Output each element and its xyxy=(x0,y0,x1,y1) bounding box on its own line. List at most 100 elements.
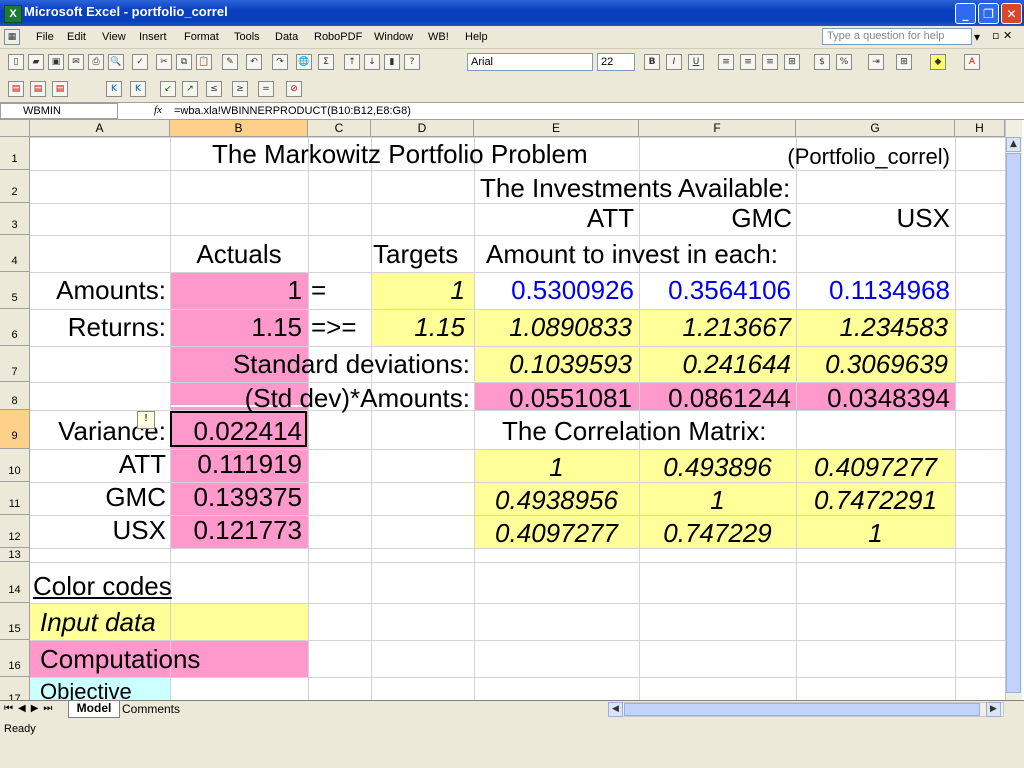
row-header-11[interactable]: 11 xyxy=(0,482,30,515)
currency-icon[interactable]: $ xyxy=(814,54,830,70)
underline-icon[interactable]: U xyxy=(688,54,704,70)
sort-descending-icon[interactable]: ↓ xyxy=(364,54,380,70)
stddev-label[interactable]: Standard deviations: xyxy=(100,351,470,377)
row-header-16[interactable]: 16 xyxy=(0,640,30,677)
wb-eq-icon[interactable]: = xyxy=(258,81,274,97)
formula-input[interactable]: =wba.xla!WBINNERPRODUCT(B10:B12,E8:G8) xyxy=(174,105,411,117)
menu-format[interactable]: Format xyxy=(184,31,219,43)
corr-usx-att[interactable]: 0.4097277 xyxy=(474,520,639,546)
row-header-9[interactable]: 9 xyxy=(0,410,30,449)
stdamt-label[interactable]: (Std dev)*Amounts: xyxy=(100,385,470,411)
scroll-left-button[interactable]: ◀ xyxy=(608,702,623,717)
col-header-f[interactable]: F xyxy=(639,120,796,137)
font-color-icon[interactable]: A xyxy=(964,54,980,70)
amount-gmc[interactable]: 0.3564106 xyxy=(641,277,791,303)
row-label-att[interactable]: ATT xyxy=(32,451,166,477)
objective-label[interactable]: Objective xyxy=(40,681,132,701)
amount-label[interactable]: Amount to invest in each: xyxy=(486,241,778,267)
stdamt-gmc[interactable]: 0.0861244 xyxy=(641,385,791,411)
usx-stdcontrib[interactable]: 0.121773 xyxy=(172,517,302,543)
gmc-stdcontrib[interactable]: 0.139375 xyxy=(172,484,302,510)
tab-comments[interactable]: Comments xyxy=(122,702,180,716)
menu-view[interactable]: View xyxy=(102,31,126,43)
row-header-2[interactable]: 2 xyxy=(0,170,30,203)
wb-change-cells-icon[interactable]: K xyxy=(106,81,122,97)
returns-op[interactable]: =>= xyxy=(311,314,357,340)
name-box[interactable]: WBMIN xyxy=(0,103,118,119)
pdf-icon[interactable]: ▤ xyxy=(8,81,24,97)
corr-gmc-gmc[interactable]: 1 xyxy=(639,487,796,513)
corr-att-gmc[interactable]: 0.493896 xyxy=(639,454,796,480)
col-header-e[interactable]: E xyxy=(474,120,639,137)
sort-ascending-icon[interactable]: ↑ xyxy=(344,54,360,70)
menu-window[interactable]: Window xyxy=(374,31,413,43)
function-icon[interactable]: fx xyxy=(154,104,162,116)
returns-actual[interactable]: 1.15 xyxy=(172,314,302,340)
wb-solve-icon[interactable]: ⊘ xyxy=(286,81,302,97)
return-att[interactable]: 1.0890833 xyxy=(476,314,632,340)
row-label-gmc[interactable]: GMC xyxy=(32,484,166,510)
corr-att-usx[interactable]: 0.4097277 xyxy=(796,454,955,480)
help-icon[interactable]: ? xyxy=(404,54,420,70)
input-data-label[interactable]: Input data xyxy=(40,609,156,635)
wb-min-icon[interactable]: ↙ xyxy=(160,81,176,97)
col-header-a[interactable]: A xyxy=(30,120,170,137)
menu-robopdf[interactable]: RoboPDF xyxy=(314,31,362,43)
wb-max-icon[interactable]: ↗ xyxy=(182,81,198,97)
stdamt-att[interactable]: 0.0551081 xyxy=(476,385,632,411)
align-center-icon[interactable]: ≡ xyxy=(740,54,756,70)
error-warning-icon[interactable]: ! xyxy=(137,411,155,429)
paste-icon[interactable]: 📋 xyxy=(196,54,212,70)
redo-icon[interactable]: ↷ xyxy=(272,54,288,70)
file-tag[interactable]: (Portfolio_correl) xyxy=(760,146,950,168)
row-header-10[interactable]: 10 xyxy=(0,449,30,482)
undo-icon[interactable]: ↶ xyxy=(246,54,262,70)
restore-button[interactable]: ❐ xyxy=(978,3,999,24)
spelling-icon[interactable]: ✓ xyxy=(132,54,148,70)
menu-tools[interactable]: Tools xyxy=(234,31,260,43)
open-icon[interactable]: ▰ xyxy=(28,54,44,70)
borders-icon[interactable]: ⊞ xyxy=(896,54,912,70)
font-name-select[interactable]: Arial xyxy=(467,53,593,71)
format-painter-icon[interactable]: ✎ xyxy=(222,54,238,70)
asset-gmc[interactable]: GMC xyxy=(640,205,792,231)
minimize-button[interactable]: _ xyxy=(955,3,976,24)
correlation-label[interactable]: The Correlation Matrix: xyxy=(502,418,766,444)
computations-label[interactable]: Computations xyxy=(40,646,200,672)
mdi-restore-icon[interactable]: ▫ ✕ xyxy=(992,29,1012,42)
col-header-g[interactable]: G xyxy=(796,120,955,137)
menu-edit[interactable]: Edit xyxy=(67,31,86,43)
row-header-5[interactable]: 5 xyxy=(0,272,30,309)
new-icon[interactable]: ▯ xyxy=(8,54,24,70)
return-usx[interactable]: 1.234583 xyxy=(798,314,948,340)
font-size-select[interactable]: 22 xyxy=(597,53,635,71)
row-header-12[interactable]: 12 xyxy=(0,515,30,548)
help-dropdown-icon[interactable]: ▾ xyxy=(974,30,980,44)
row-label-usx[interactable]: USX xyxy=(32,517,166,543)
color-codes-heading[interactable]: Color codes xyxy=(33,573,172,599)
save-icon[interactable]: ▣ xyxy=(48,54,64,70)
row-header-13[interactable]: 13 xyxy=(0,548,30,562)
menu-wb[interactable]: WB! xyxy=(428,31,449,43)
row-header-15[interactable]: 15 xyxy=(0,603,30,640)
asset-usx[interactable]: USX xyxy=(800,205,950,231)
asset-att[interactable]: ATT xyxy=(480,205,634,231)
stdamt-usx[interactable]: 0.0348394 xyxy=(798,385,950,411)
fill-color-icon[interactable]: ◆ xyxy=(930,54,946,70)
stddev-att[interactable]: 0.1039593 xyxy=(476,351,632,377)
corr-usx-gmc[interactable]: 0.747229 xyxy=(639,520,796,546)
targets-header[interactable]: Targets xyxy=(373,241,458,267)
spreadsheet-grid[interactable]: A B C D E F G H 1 2 3 4 5 6 7 8 9 10 11 … xyxy=(0,120,1022,700)
row-header-7[interactable]: 7 xyxy=(0,346,30,382)
wb-ge-icon[interactable]: ≥ xyxy=(232,81,248,97)
returns-target[interactable]: 1.15 xyxy=(373,314,465,340)
italic-icon[interactable]: I xyxy=(666,54,682,70)
corr-gmc-att[interactable]: 0.4938956 xyxy=(474,487,639,513)
col-header-d[interactable]: D xyxy=(371,120,474,137)
sheet-title[interactable]: The Markowitz Portfolio Problem xyxy=(212,141,588,167)
amount-att[interactable]: 0.5300926 xyxy=(476,277,634,303)
menu-help[interactable]: Help xyxy=(465,31,488,43)
col-header-c[interactable]: C xyxy=(308,120,371,137)
cut-icon[interactable]: ✂ xyxy=(156,54,172,70)
return-gmc[interactable]: 1.213667 xyxy=(641,314,791,340)
